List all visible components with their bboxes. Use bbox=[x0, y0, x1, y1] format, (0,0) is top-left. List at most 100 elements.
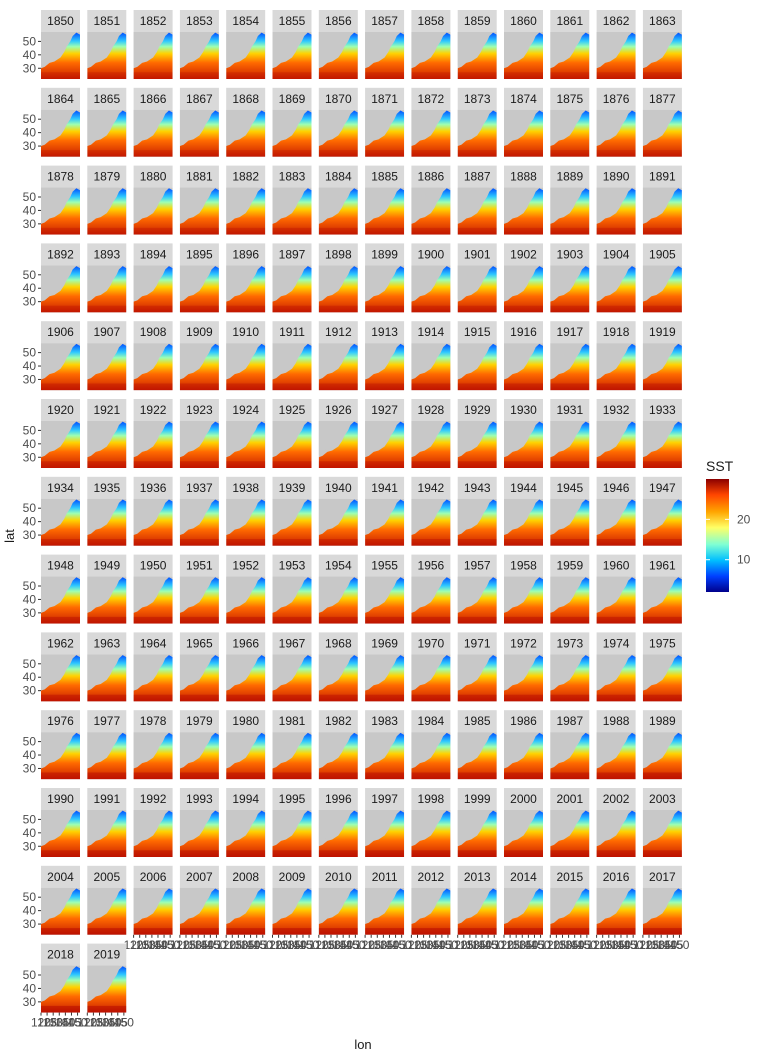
facet-panel bbox=[41, 498, 80, 546]
facet-strip-label: 1927 bbox=[371, 403, 398, 417]
sst-warm-band bbox=[318, 461, 358, 468]
facet-1878: 1878 304050 bbox=[23, 165, 80, 235]
sst-warm-band bbox=[226, 72, 266, 79]
facet-panel bbox=[179, 654, 219, 702]
facet-1917: 1917 bbox=[550, 321, 590, 391]
sst-warm-band bbox=[272, 305, 312, 313]
facet-1851: 1851 bbox=[87, 10, 127, 79]
facet-1982: 1982 bbox=[318, 710, 358, 780]
y-tick-label: 50 bbox=[23, 657, 37, 671]
sst-warm-band bbox=[272, 850, 312, 857]
facet-strip-label: 1881 bbox=[186, 170, 213, 184]
facet-panel bbox=[596, 265, 636, 313]
facet-1858: 1858 bbox=[411, 10, 451, 79]
facet-1896: 1896 bbox=[226, 243, 266, 313]
facet-strip-label: 1997 bbox=[371, 792, 398, 806]
sst-warm-band bbox=[41, 539, 80, 546]
facet-1906: 1906 304050 bbox=[23, 321, 80, 391]
facet-1886: 1886 bbox=[411, 165, 451, 235]
sst-warm-band bbox=[365, 227, 405, 235]
facet-panel bbox=[457, 343, 497, 391]
facet-panel bbox=[550, 343, 590, 391]
facet-strip-label: 1888 bbox=[510, 170, 537, 184]
facet-panel bbox=[318, 109, 358, 157]
facet-panel bbox=[226, 187, 266, 235]
facet-strip-label: 1981 bbox=[279, 714, 306, 728]
facet-panel bbox=[87, 265, 127, 313]
facet-1957: 1957 bbox=[457, 554, 497, 624]
facet-panel bbox=[642, 32, 682, 79]
facet-panel bbox=[457, 187, 497, 235]
facet-strip-label: 1882 bbox=[232, 170, 259, 184]
facet-panel bbox=[41, 576, 80, 624]
facet-1992: 1992 bbox=[133, 788, 173, 857]
sst-warm-band bbox=[179, 772, 219, 780]
facet-1994: 1994 bbox=[226, 788, 266, 857]
facet-1972: 1972 bbox=[504, 632, 543, 702]
sst-warm-band bbox=[226, 616, 266, 624]
facet-strip-label: 1922 bbox=[140, 403, 167, 417]
facet-1966: 1966 bbox=[226, 632, 266, 702]
sst-warm-band bbox=[550, 539, 590, 546]
facet-strip-label: 2001 bbox=[556, 792, 583, 806]
facet-strip-label: 1895 bbox=[186, 247, 213, 261]
sst-warm-band bbox=[457, 227, 497, 235]
facet-panel bbox=[365, 187, 405, 235]
facet-1983: 1983 bbox=[365, 710, 405, 780]
facet-strip-label: 1955 bbox=[371, 559, 398, 573]
facet-strip-label: 1984 bbox=[418, 714, 445, 728]
sst-warm-band bbox=[87, 616, 127, 624]
facet-strip-label: 1952 bbox=[232, 559, 259, 573]
sst-warm-band bbox=[411, 461, 451, 468]
y-tick-label: 50 bbox=[23, 579, 37, 593]
facet-panel bbox=[457, 810, 497, 857]
facet-panel bbox=[318, 887, 358, 935]
facet-1910: 1910 bbox=[226, 321, 266, 391]
sst-warm-band bbox=[411, 928, 451, 935]
facet-strip-label: 1854 bbox=[232, 14, 259, 28]
sst-warm-band bbox=[41, 72, 80, 79]
facet-panel bbox=[457, 654, 497, 702]
facet-1921: 1921 bbox=[87, 399, 127, 468]
facet-strip-label: 1987 bbox=[556, 714, 583, 728]
facet-panel bbox=[642, 654, 682, 702]
y-tick-label: 40 bbox=[23, 670, 37, 684]
sst-warm-band bbox=[504, 772, 543, 780]
facet-strip-label: 2015 bbox=[556, 870, 583, 884]
facet-strip-label: 1905 bbox=[649, 247, 676, 261]
facet-strip-label: 1964 bbox=[140, 636, 167, 650]
y-tick-label: 50 bbox=[23, 968, 37, 982]
facet-strip-label: 2000 bbox=[510, 792, 537, 806]
sst-warm-band bbox=[272, 928, 312, 935]
sst-warm-band bbox=[642, 383, 682, 391]
sst-warm-band bbox=[550, 461, 590, 468]
sst-warm-band bbox=[133, 850, 173, 857]
facet-panel bbox=[550, 32, 590, 79]
facet-strip-label: 1924 bbox=[232, 403, 259, 417]
facet-panel bbox=[179, 810, 219, 857]
facet-strip-label: 1908 bbox=[140, 325, 167, 339]
facet-panel bbox=[318, 421, 358, 468]
facet-1948: 1948 304050 bbox=[23, 554, 80, 624]
sst-warm-band bbox=[504, 539, 543, 546]
facet-strip-label: 1986 bbox=[510, 714, 537, 728]
sst-warm-band bbox=[41, 694, 80, 702]
facet-strip-label: 1893 bbox=[93, 247, 120, 261]
facet-strip-label: 2017 bbox=[649, 870, 676, 884]
facet-panel bbox=[41, 421, 80, 468]
facet-panel bbox=[133, 732, 173, 780]
facet-1904: 1904 bbox=[596, 243, 636, 313]
facet-strip-label: 1863 bbox=[649, 14, 676, 28]
facet-panel bbox=[179, 265, 219, 313]
sst-warm-band bbox=[596, 461, 636, 468]
facet-strip-label: 1891 bbox=[649, 170, 676, 184]
y-tick-label: 50 bbox=[23, 812, 37, 826]
sst-warm-band bbox=[318, 616, 358, 624]
facet-panel bbox=[642, 732, 682, 780]
facet-strip-label: 2008 bbox=[232, 870, 259, 884]
facet-panel bbox=[87, 732, 127, 780]
y-tick-label: 30 bbox=[23, 917, 37, 931]
facet-strip-label: 1871 bbox=[371, 92, 398, 106]
facet-strip-label: 1960 bbox=[603, 559, 630, 573]
facet-1912: 1912 bbox=[318, 321, 358, 391]
